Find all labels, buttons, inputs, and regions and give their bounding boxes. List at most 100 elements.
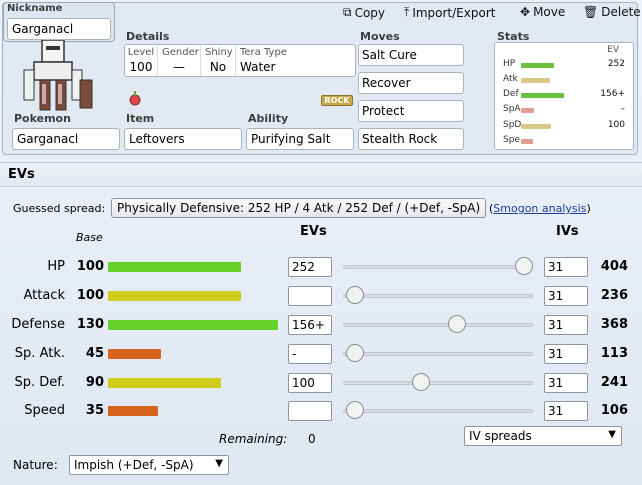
stat-name: HP xyxy=(47,259,65,274)
ev-slider-thumb[interactable] xyxy=(346,286,364,304)
copy-button[interactable]: ⧉ Copy xyxy=(343,5,385,20)
stat-name: Attack xyxy=(23,288,65,303)
stat-row-sp-def: Sp. Def. 90 100 31 241 xyxy=(0,371,642,395)
stat-base-bar xyxy=(108,378,221,388)
stat-name: Defense xyxy=(11,317,65,332)
stat-summary-bar xyxy=(521,93,564,98)
stat-base-value: 130 xyxy=(76,317,104,332)
smogon-analysis: (Smogon analysis) xyxy=(489,202,591,215)
ability-input[interactable]: Purifying Salt xyxy=(246,128,354,150)
stat-base-value: 35 xyxy=(85,403,104,418)
leftovers-icon xyxy=(128,90,142,106)
copy-icon: ⧉ xyxy=(343,5,352,19)
evs-column-header: EVs xyxy=(300,224,327,239)
ev-input-sp-def[interactable]: 100 xyxy=(288,373,332,393)
nickname-box: Nickname Garganacl xyxy=(3,2,115,42)
ev-slider-attack[interactable] xyxy=(343,294,533,298)
stats-ev-header: EV xyxy=(607,45,619,55)
pokemon-sprite[interactable] xyxy=(18,39,98,112)
ev-input-attack[interactable] xyxy=(288,286,332,306)
iv-spreads-select[interactable]: IV spreads ▼ xyxy=(464,426,622,446)
guessed-spread-label: Guessed spread: xyxy=(13,202,106,215)
nickname-input[interactable]: Garganacl xyxy=(7,18,111,40)
nature-label: Nature: xyxy=(13,458,58,472)
stats-summary-row: Def 156+ xyxy=(501,89,629,102)
stat-name: Speed xyxy=(24,403,65,418)
ev-slider-sp-def[interactable] xyxy=(343,381,533,385)
ev-input-hp[interactable]: 252 xyxy=(288,257,332,277)
ev-slider-defense[interactable] xyxy=(343,323,533,327)
stat-summary-ev: 100 xyxy=(607,120,625,130)
move-1-input[interactable]: Salt Cure xyxy=(358,44,464,66)
move-3-input[interactable]: Protect xyxy=(358,100,464,122)
stat-total: 106 xyxy=(600,403,628,418)
stat-summary-ev: 156+ xyxy=(600,89,625,99)
iv-input-defense[interactable]: 31 xyxy=(544,315,588,335)
stat-summary-name: SpA xyxy=(503,104,521,114)
stats-summary-row: Spe xyxy=(501,135,629,148)
chevron-down-icon: ▼ xyxy=(215,458,223,469)
guessed-spread-button[interactable]: Physically Defensive: 252 HP / 4 Atk / 2… xyxy=(111,198,487,218)
gender-header: Gender xyxy=(162,47,199,58)
details-box[interactable]: Level 100 Gender — Shiny No Tera Type Wa… xyxy=(124,44,356,77)
iv-input-hp[interactable]: 31 xyxy=(544,257,588,277)
ev-slider-thumb[interactable] xyxy=(346,344,364,362)
stat-row-speed: Speed 35 31 106 xyxy=(0,399,642,423)
stat-total: 368 xyxy=(600,317,628,332)
ev-slider-thumb[interactable] xyxy=(346,401,364,419)
nature-value: Impish (+Def, -SpA) xyxy=(74,458,194,472)
ev-slider-hp[interactable] xyxy=(343,265,533,269)
tera-header: Tera Type xyxy=(240,47,287,58)
stat-base-bar xyxy=(108,291,241,301)
stat-base-value: 100 xyxy=(76,259,104,274)
import-export-button[interactable]: ⤒ Import/Export xyxy=(404,5,495,20)
iv-input-sp-atk[interactable]: 31 xyxy=(544,344,588,364)
ev-slider-thumb[interactable] xyxy=(448,315,466,333)
stats-summary-row: Atk xyxy=(501,74,629,87)
ev-input-sp-atk[interactable]: - xyxy=(288,344,332,364)
remaining-label: Remaining: xyxy=(219,432,288,446)
iv-spreads-value: IV spreads xyxy=(469,429,532,443)
stats-summary-row: HP 252 xyxy=(501,59,629,72)
stat-summary-ev: 252 xyxy=(607,59,625,69)
stats-summary-box[interactable]: EV HP 252 Atk Def 156+ SpA – SpD 100 Spe xyxy=(494,42,634,150)
stats-summary-row: SpA – xyxy=(501,104,629,117)
ev-input-defense[interactable]: 156+ xyxy=(288,315,332,335)
stat-summary-name: HP xyxy=(503,59,516,69)
ev-slider-sp-atk[interactable] xyxy=(343,352,533,356)
smogon-analysis-link[interactable]: Smogon analysis xyxy=(493,202,586,215)
iv-input-attack[interactable]: 31 xyxy=(544,286,588,306)
move-label: Move xyxy=(533,5,566,19)
evs-title: EVs xyxy=(8,167,35,182)
smogon-suffix: ) xyxy=(586,202,591,215)
shiny-col: Shiny No xyxy=(201,45,236,76)
iv-input-sp-def[interactable]: 31 xyxy=(544,373,588,393)
move-4-input[interactable]: Stealth Rock xyxy=(358,128,464,150)
stat-base-bar xyxy=(108,349,161,359)
ev-slider-thumb[interactable] xyxy=(515,257,533,275)
level-header: Level xyxy=(127,47,155,58)
move-icon: ✥ xyxy=(520,5,531,19)
upload-icon: ⤒ xyxy=(404,5,410,19)
move-2-input[interactable]: Recover xyxy=(358,72,464,94)
stat-name: Sp. Atk. xyxy=(14,346,65,361)
ev-input-speed[interactable] xyxy=(288,401,332,421)
stat-summary-bar xyxy=(521,108,534,113)
stat-summary-name: Def xyxy=(503,89,519,99)
stat-summary-bar xyxy=(521,63,554,68)
ev-slider-thumb[interactable] xyxy=(412,373,430,391)
iv-input-speed[interactable]: 31 xyxy=(544,401,588,421)
pokemon-input[interactable]: Garganacl xyxy=(12,128,120,150)
delete-button[interactable]: 🗑 Delete xyxy=(583,5,641,19)
stat-summary-bar xyxy=(521,124,551,129)
chevron-down-icon: ▼ xyxy=(608,429,616,440)
item-input[interactable]: Leftovers xyxy=(124,128,242,150)
copy-label: Copy xyxy=(354,5,386,20)
nature-select[interactable]: Impish (+Def, -SpA) ▼ xyxy=(69,455,229,475)
stat-row-hp: HP 100 252 31 404 xyxy=(0,255,642,279)
stat-summary-name: Spe xyxy=(503,135,520,145)
move-button[interactable]: ✥ Move xyxy=(520,5,565,19)
details-label: Details xyxy=(126,30,170,43)
level-value: 100 xyxy=(129,60,153,74)
ev-slider-speed[interactable] xyxy=(343,409,533,413)
